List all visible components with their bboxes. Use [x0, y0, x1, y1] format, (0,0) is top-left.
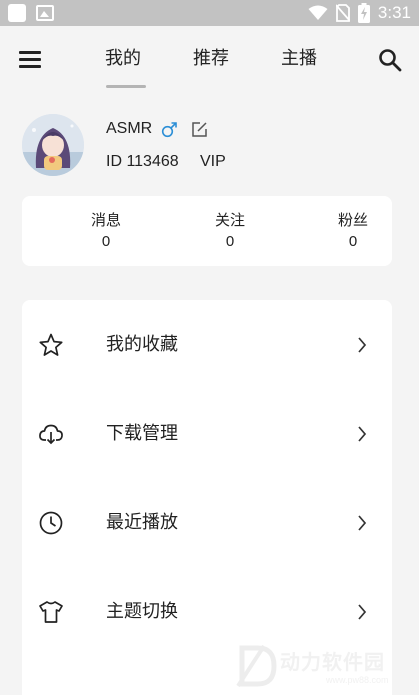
- stat-label: 关注: [214, 211, 245, 229]
- chevron-right-icon: [358, 337, 367, 353]
- top-nav: 我的 推荐 主播: [0, 26, 419, 92]
- app-icon: [8, 4, 26, 22]
- stat-value: 0: [225, 233, 235, 250]
- stat-fans[interactable]: 粉丝 0: [313, 209, 393, 253]
- user-id: ID 113468: [106, 153, 179, 170]
- menu-item-label: 下载管理: [106, 423, 178, 444]
- stat-value: 0: [348, 233, 358, 250]
- battery-charging-icon: [357, 3, 370, 23]
- male-gender-icon: [161, 122, 177, 138]
- stat-label: 粉丝: [337, 211, 368, 229]
- tab-recommend[interactable]: 推荐: [193, 44, 229, 74]
- cloud-download-icon: [39, 424, 63, 445]
- tab-host[interactable]: 主播: [281, 44, 317, 74]
- watermark-url: www.pw88.com: [326, 675, 389, 685]
- chevron-right-icon: [358, 426, 367, 442]
- watermark-logo-icon: [236, 644, 277, 688]
- wifi-icon: [308, 5, 328, 20]
- status-bar: 3:31: [0, 0, 419, 26]
- menu-item-label: 最近播放: [106, 512, 178, 533]
- chevron-right-icon: [358, 604, 367, 620]
- stat-value: 0: [101, 233, 111, 250]
- username: ASMR: [106, 120, 153, 137]
- tab-mine[interactable]: 我的: [105, 44, 141, 74]
- tshirt-icon: [39, 601, 63, 623]
- profile-header: ASMR ID 113468 VIP: [0, 108, 419, 188]
- menu-item-recent[interactable]: 最近播放: [22, 494, 392, 554]
- image-icon: [36, 5, 54, 21]
- active-tab-indicator: [106, 85, 146, 88]
- edit-icon[interactable]: [191, 121, 208, 138]
- watermark-text: 动力软件园: [280, 650, 385, 674]
- no-sim-icon: [335, 4, 350, 22]
- menu-item-downloads[interactable]: 下载管理: [22, 405, 392, 465]
- avatar[interactable]: [22, 114, 84, 176]
- menu-item-theme[interactable]: 主题切换: [22, 583, 392, 643]
- chevron-right-icon: [358, 515, 367, 531]
- watermark: 动力软件园 www.pw88.com: [232, 640, 416, 692]
- menu-icon[interactable]: [19, 51, 41, 68]
- vip-badge: VIP: [200, 153, 226, 170]
- search-icon[interactable]: [378, 48, 402, 72]
- stat-messages[interactable]: 消息 0: [66, 209, 146, 253]
- star-icon: [39, 333, 63, 356]
- clock-time: 3:31: [377, 3, 411, 22]
- stats-card: 消息 0 关注 0 粉丝 0: [22, 196, 392, 266]
- stat-following[interactable]: 关注 0: [190, 209, 270, 253]
- menu-item-favorites[interactable]: 我的收藏: [22, 316, 392, 376]
- menu-card: 我的收藏 下载管理 最近播放 主题切换: [22, 300, 392, 695]
- clock-icon: [39, 511, 63, 535]
- menu-item-label: 我的收藏: [106, 334, 178, 355]
- menu-item-label: 主题切换: [106, 601, 178, 622]
- stat-label: 消息: [90, 211, 121, 229]
